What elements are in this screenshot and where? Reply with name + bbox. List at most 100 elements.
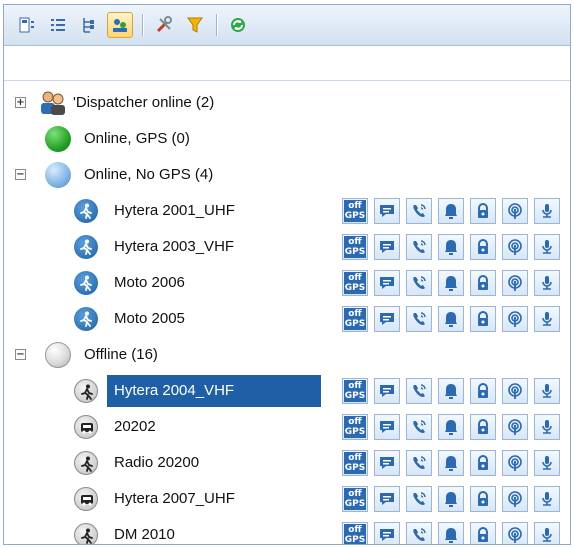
call-button[interactable] [406,450,432,476]
message-button[interactable] [374,198,400,224]
alarm-bell-button[interactable] [438,378,464,404]
walking-person-icon [74,271,98,295]
walking-person-icon [74,523,98,544]
remote-monitor-button[interactable] [502,378,528,404]
message-button[interactable] [374,378,400,404]
lock-button[interactable] [470,306,496,332]
lock-button[interactable] [470,270,496,296]
lock-button[interactable] [470,234,496,260]
lock-button[interactable] [470,414,496,440]
gps-toggle-button[interactable]: off GPS [342,450,368,476]
tree-view-icon[interactable] [76,12,102,38]
collapse-toggle[interactable]: − [15,349,26,360]
gps-text: GPS [344,283,366,293]
call-button[interactable] [406,414,432,440]
device-info-icon[interactable] [14,12,40,38]
device-row[interactable]: Hytera 2003_VHF off GPS [4,229,570,265]
device-row[interactable]: DM 2010 off GPS [4,517,570,545]
refresh-icon[interactable] [225,12,251,38]
remote-monitor-button[interactable] [502,306,528,332]
gps-toggle-button[interactable]: off GPS [342,522,368,545]
message-button[interactable] [374,306,400,332]
remote-monitor-button[interactable] [502,486,528,512]
device-row[interactable]: 20202 off GPS [4,409,570,445]
microphone-button[interactable] [534,414,560,440]
microphone-button[interactable] [534,522,560,544]
gps-state-text: off [348,237,362,247]
device-name: Hytera 2003_VHF [114,238,235,255]
call-button[interactable] [406,486,432,512]
message-button[interactable] [374,414,400,440]
vehicle-icon [74,415,98,439]
call-button[interactable] [406,198,432,224]
microphone-button[interactable] [534,198,560,224]
tools-icon[interactable] [151,12,177,38]
lock-button[interactable] [470,198,496,224]
toolbar [4,5,570,46]
microphone-button[interactable] [534,378,560,404]
message-button[interactable] [374,450,400,476]
group-view-icon[interactable] [107,12,133,38]
gps-toggle-button[interactable]: off GPS [342,306,368,332]
gps-text: GPS [344,499,366,509]
alarm-bell-button[interactable] [438,486,464,512]
message-button[interactable] [374,522,400,544]
walking-person-icon [74,199,98,223]
gps-toggle-button[interactable]: off GPS [342,486,368,512]
alarm-bell-button[interactable] [438,234,464,260]
microphone-button[interactable] [534,234,560,260]
call-button[interactable] [406,522,432,544]
gps-off-icon: off GPS [344,200,366,222]
microphone-button[interactable] [534,486,560,512]
device-row[interactable]: Radio 20200 off GPS [4,445,570,481]
microphone-button[interactable] [534,450,560,476]
gps-toggle-button[interactable]: off GPS [342,270,368,296]
remote-monitor-button[interactable] [502,234,528,260]
gps-toggle-button[interactable]: off GPS [342,198,368,224]
walking-person-icon [74,379,98,403]
microphone-button[interactable] [534,270,560,296]
list-view-icon[interactable] [45,12,71,38]
call-button[interactable] [406,234,432,260]
alarm-bell-button[interactable] [438,450,464,476]
remote-monitor-button[interactable] [502,414,528,440]
alarm-bell-button[interactable] [438,270,464,296]
device-row[interactable]: Moto 2006 off GPS [4,265,570,301]
group-row-dispatcher[interactable]: + 'Dispatcher online (2) [4,85,570,121]
call-button[interactable] [406,270,432,296]
alarm-bell-button[interactable] [438,522,464,544]
expand-toggle[interactable]: + [15,97,26,108]
remote-monitor-button[interactable] [502,522,528,544]
lock-button[interactable] [470,486,496,512]
remote-monitor-button[interactable] [502,270,528,296]
alarm-bell-button[interactable] [438,306,464,332]
microphone-button[interactable] [534,306,560,332]
gps-toggle-button[interactable]: off GPS [342,414,368,440]
device-row[interactable]: Moto 2005 off GPS [4,301,570,337]
call-button[interactable] [406,378,432,404]
gps-state-text: off [348,201,362,211]
filter-icon[interactable] [182,12,208,38]
remote-monitor-button[interactable] [502,450,528,476]
call-button[interactable] [406,306,432,332]
gps-toggle-button[interactable]: off GPS [342,378,368,404]
collapse-toggle[interactable]: − [15,169,26,180]
alarm-bell-button[interactable] [438,198,464,224]
gps-state-text: off [348,453,362,463]
group-row-online-no-gps[interactable]: − Online, No GPS (4) [4,157,570,193]
message-button[interactable] [374,270,400,296]
message-button[interactable] [374,486,400,512]
device-row[interactable]: Hytera 2001_UHF off GPS [4,193,570,229]
lock-button[interactable] [470,450,496,476]
group-row-offline[interactable]: − Offline (16) [4,337,570,373]
gps-text: GPS [344,535,366,545]
lock-button[interactable] [470,378,496,404]
remote-monitor-button[interactable] [502,198,528,224]
group-row-online-gps[interactable]: Online, GPS (0) [4,121,570,157]
message-button[interactable] [374,234,400,260]
gps-toggle-button[interactable]: off GPS [342,234,368,260]
lock-button[interactable] [470,522,496,544]
device-row[interactable]: Hytera 2007_UHF off GPS [4,481,570,517]
alarm-bell-button[interactable] [438,414,464,440]
device-row[interactable]: Hytera 2004_VHF off GPS [4,373,570,409]
